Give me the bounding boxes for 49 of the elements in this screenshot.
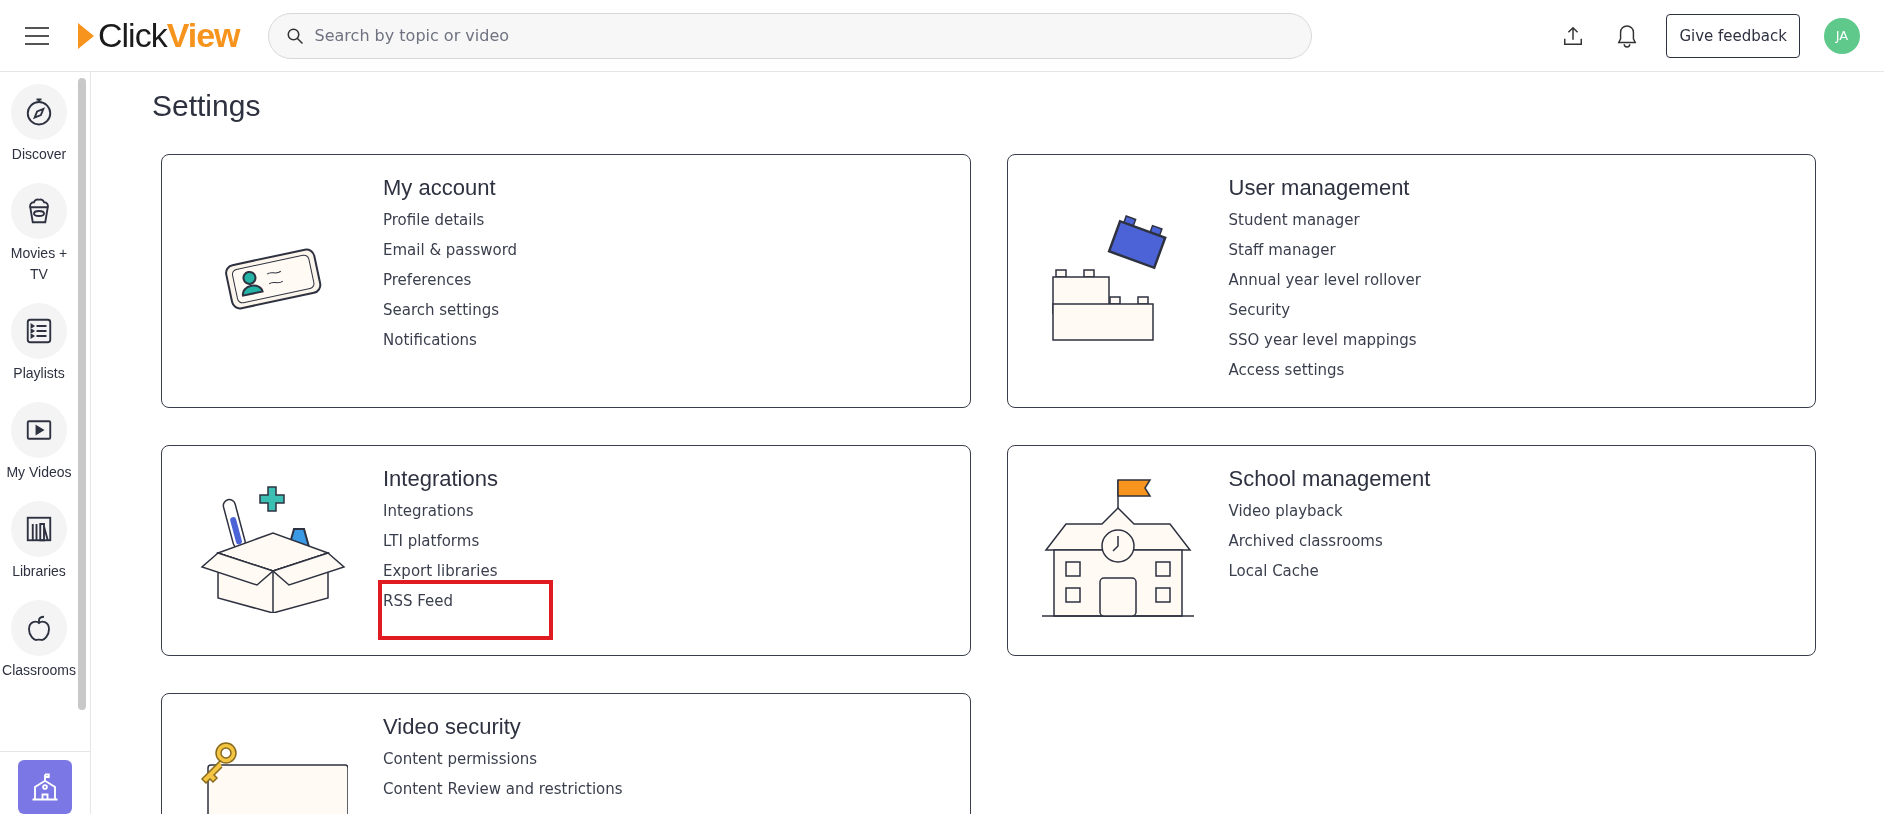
card-title: Video security — [383, 713, 521, 741]
bookshelf-icon — [24, 514, 54, 544]
settings-link[interactable]: Security — [1228, 298, 1291, 323]
settings-link[interactable]: SSO year level mappings — [1228, 328, 1417, 353]
sidebar-label: Movies + TV — [9, 244, 69, 284]
menu-icon — [24, 25, 50, 46]
school-icon — [30, 772, 60, 802]
page-title: Settings — [152, 88, 262, 124]
settings-link[interactable]: Email & password — [383, 238, 518, 263]
settings-link[interactable]: Archived classrooms — [1228, 529, 1383, 554]
search-icon — [285, 26, 304, 45]
give-feedback-button[interactable]: Give feedback — [1666, 13, 1800, 58]
card-title: My account — [383, 174, 496, 202]
settings-link[interactable]: Access settings — [1228, 358, 1345, 383]
sidebar-label: Discover — [11, 145, 67, 164]
settings-link[interactable]: Staff manager — [1228, 238, 1336, 263]
settings-link[interactable]: LTI platforms — [383, 529, 480, 554]
card-title: School management — [1228, 465, 1431, 493]
card-title: Integrations — [383, 465, 498, 493]
settings-link[interactable]: Annual year level rollover — [1228, 268, 1421, 293]
school-button[interactable] — [18, 760, 72, 814]
play-triangle-icon — [78, 22, 94, 49]
settings-link[interactable]: Search settings — [383, 298, 500, 323]
sidebar-label: Libraries — [12, 562, 66, 581]
settings-link[interactable]: Student manager — [1228, 208, 1360, 233]
search-field[interactable]: Search by topic or video — [267, 12, 1312, 59]
settings-link[interactable]: Export libraries — [383, 559, 498, 584]
settings-link[interactable]: Profile details — [383, 208, 485, 233]
sidebar-label: Classrooms — [2, 661, 76, 680]
settings-link[interactable]: RSS Feed — [383, 589, 454, 614]
settings-link[interactable]: Integrations — [383, 499, 474, 524]
settings-link[interactable]: Content permissions — [383, 747, 538, 772]
settings-link[interactable]: Content Review and restrictions — [383, 777, 623, 802]
compass-icon — [24, 97, 54, 127]
sidebar-label: Playlists — [13, 364, 65, 383]
card-title: User management — [1228, 174, 1410, 202]
list-icon — [24, 316, 54, 346]
sidebar-item[interactable]: Movies + TV — [1, 183, 77, 285]
logo-text: Click — [98, 16, 167, 55]
upload-icon — [1562, 24, 1585, 47]
settings-link[interactable]: Preferences — [383, 268, 472, 293]
scrollbar[interactable] — [78, 78, 86, 710]
sidebar-label: My Videos — [6, 463, 72, 482]
bell-icon — [1616, 23, 1639, 48]
logo-text: View — [166, 16, 240, 55]
settings-link[interactable]: Local Cache — [1228, 559, 1319, 584]
settings-link[interactable]: Video playback — [1228, 499, 1343, 524]
logo[interactable]: ClickView — [78, 16, 240, 55]
settings-link[interactable]: Notifications — [383, 328, 477, 353]
